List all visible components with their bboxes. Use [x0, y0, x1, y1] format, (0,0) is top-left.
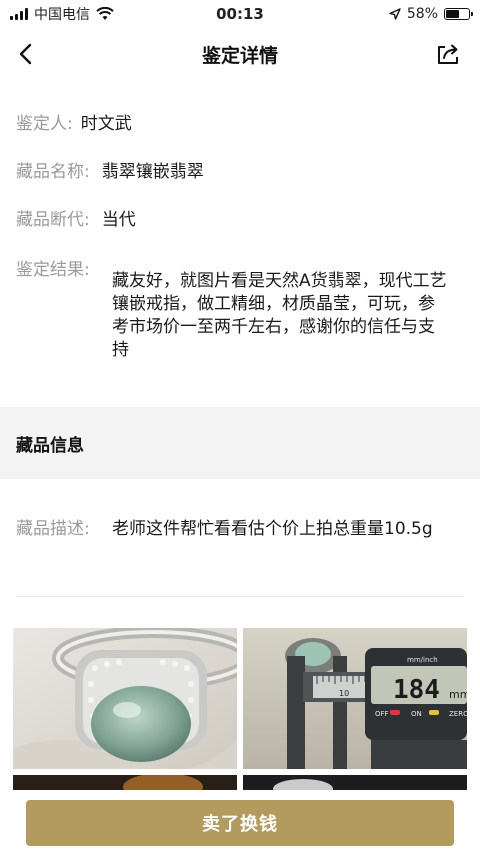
item-name-label: 藏品名称:	[16, 162, 90, 182]
photo-ring[interactable]	[13, 628, 237, 769]
chevron-left-icon	[19, 43, 32, 65]
caliper-reading: 184	[393, 675, 440, 705]
ring-image	[13, 628, 237, 769]
section-title: 藏品信息	[16, 435, 84, 456]
era-row: 藏品断代: 当代	[16, 208, 464, 232]
share-icon	[438, 44, 458, 64]
status-left: 中国电信	[10, 4, 114, 24]
caliper-off-label: OFF	[375, 710, 389, 718]
wifi-icon	[96, 7, 114, 20]
result-value-block: 藏友好，就图片看是天然A货翡翠，现代工艺镶嵌戒指，做工精细，材质晶莹，可玩，参考…	[112, 270, 450, 362]
share-button[interactable]	[434, 40, 462, 68]
appraiser-label: 鉴定人:	[16, 114, 73, 134]
location-arrow-icon	[389, 8, 401, 20]
status-right: 58%	[389, 6, 473, 22]
status-bar: 中国电信 00:13 58%	[0, 0, 480, 28]
sell-button[interactable]: 卖了换钱	[26, 800, 454, 846]
item-name-row: 藏品名称: 翡翠镶嵌翡翠	[16, 160, 464, 184]
bottom-bar: 卖了换钱	[0, 790, 480, 854]
page-title: 鉴定详情	[201, 44, 278, 67]
back-button[interactable]	[12, 40, 40, 68]
item-name-value: 翡翠镶嵌翡翠	[101, 162, 204, 182]
signal-icon	[10, 8, 28, 20]
photo-caliper[interactable]: 10 mm/inch 184 mm OFF ON ZERO	[243, 628, 467, 769]
carrier-label: 中国电信	[34, 7, 90, 23]
collection-info-header: 藏品信息	[0, 407, 480, 479]
caliper-unit: mm	[449, 688, 467, 701]
result-label: 鉴定结果:	[16, 260, 90, 280]
ruler-number: 10	[339, 689, 349, 698]
result-value: 藏友好，就图片看是天然A货翡翠，现代工艺镶嵌戒指，做工精细，材质晶莹，可玩，参考…	[112, 271, 447, 360]
divider	[16, 596, 464, 597]
era-value: 当代	[101, 210, 136, 230]
nav-bar: 鉴定详情	[0, 28, 480, 80]
description-label: 藏品描述:	[16, 519, 90, 539]
description-value-block: 老师这件帮忙看看估个价上拍总重量10.5g	[112, 517, 450, 541]
era-label: 藏品断代:	[16, 210, 90, 230]
caliper-image: 10 mm/inch 184 mm OFF ON ZERO	[243, 628, 467, 769]
description-value: 老师这件帮忙看看估个价上拍总重量10.5g	[112, 519, 433, 539]
appraiser-value: 时文武	[80, 114, 132, 134]
appraiser-row: 鉴定人: 时文武	[16, 112, 464, 136]
battery-icon	[444, 8, 473, 20]
battery-percent: 58%	[406, 6, 438, 22]
caliper-scale-label: mm/inch	[407, 656, 438, 664]
caliper-on-label: ON	[411, 710, 422, 718]
caliper-zero-label: ZERO	[449, 710, 467, 718]
